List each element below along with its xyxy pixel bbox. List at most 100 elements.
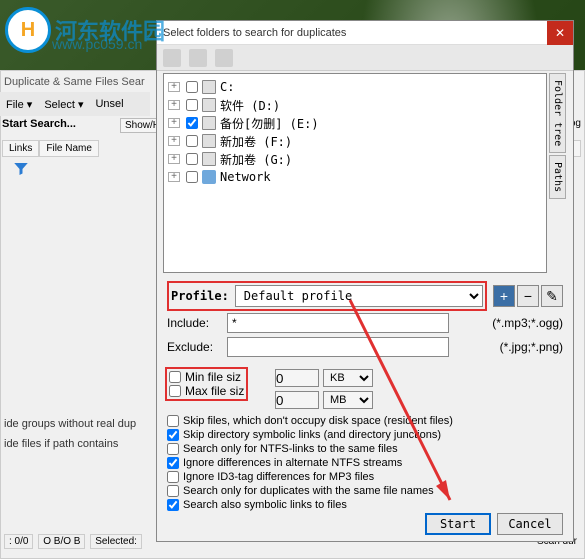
dialog-toolbar (157, 45, 573, 71)
tree-item[interactable]: + 新加卷 (G:) (168, 150, 542, 168)
option-row: Ignore ID3-tag differences for MP3 files (167, 471, 563, 483)
min-size-unit[interactable]: KB (323, 369, 373, 387)
exclude-input[interactable] (227, 337, 449, 357)
exclude-hint: (*.jpg;*.png) (455, 340, 563, 354)
option-label: Skip directory symbolic links (and direc… (183, 429, 441, 441)
menu-file[interactable]: File ▾ (6, 98, 32, 111)
max-size-unit[interactable]: MB (323, 391, 373, 409)
include-input[interactable] (227, 313, 449, 333)
min-size-input[interactable] (275, 369, 319, 387)
min-size-checkbox[interactable] (169, 371, 181, 383)
max-size-input[interactable] (275, 391, 319, 409)
options-list: Skip files, which don't occupy disk spac… (167, 415, 563, 511)
option-checkbox[interactable] (167, 471, 179, 483)
option-checkbox[interactable] (167, 457, 179, 469)
tree-checkbox[interactable] (186, 171, 198, 183)
option-label: Skip files, which don't occupy disk spac… (183, 415, 453, 427)
tree-item[interactable]: + 备份[勿删] (E:) (168, 114, 542, 132)
tree-item[interactable]: + 新加卷 (F:) (168, 132, 542, 150)
tree-checkbox[interactable] (186, 153, 198, 165)
size-filters: Min file siz Max file siz (165, 367, 248, 401)
include-row: Include: (*.mp3;*.ogg) (167, 313, 563, 333)
filter-icon[interactable] (10, 160, 32, 178)
tree-label: 软件 (D:) (220, 97, 280, 114)
option-checkbox[interactable] (167, 499, 179, 511)
side-tabs: Folder tree Paths (549, 73, 569, 201)
tree-checkbox[interactable] (186, 99, 198, 111)
drive-icon (202, 98, 216, 112)
option-row: Ignore differences in alternate NTFS str… (167, 457, 563, 469)
option-checkbox[interactable] (167, 485, 179, 497)
col-links[interactable]: Links (2, 140, 39, 157)
option-checkbox[interactable] (167, 415, 179, 427)
edit-profile-button[interactable]: ✎ (541, 285, 563, 307)
tree-item[interactable]: + 软件 (D:) (168, 96, 542, 114)
start-button[interactable]: Start (425, 513, 491, 535)
max-size-checkbox[interactable] (169, 385, 181, 397)
toolbar-icon-3[interactable] (215, 49, 233, 67)
expand-icon[interactable]: + (168, 136, 180, 146)
main-toolbar: File ▾ Select ▾ Unsel (0, 92, 150, 116)
tab-paths[interactable]: Paths (549, 155, 566, 199)
site-url: www.pc059.cn (52, 36, 142, 52)
remove-profile-button[interactable]: − (517, 285, 539, 307)
expand-icon[interactable]: + (168, 118, 180, 128)
toolbar-icon-2[interactable] (189, 49, 207, 67)
option-label: Search only for duplicates with the same… (183, 485, 434, 497)
folder-tree[interactable]: + C:+ 软件 (D:)+ 备份[勿删] (E:)+ 新加卷 (F:)+ 新加… (163, 73, 547, 273)
dialog-buttons: Start Cancel (425, 513, 563, 535)
status-bytes: O B/O B (38, 534, 85, 549)
column-headers: Links File Name (2, 140, 99, 157)
tree-label: C: (220, 80, 234, 94)
exclude-row: Exclude: (*.jpg;*.png) (167, 337, 563, 357)
add-profile-button[interactable]: + (493, 285, 515, 307)
expand-icon[interactable]: + (168, 100, 180, 110)
profile-highlight: Profile: Default profile (167, 281, 487, 311)
tree-checkbox[interactable] (186, 135, 198, 147)
expand-icon[interactable]: + (168, 172, 180, 182)
drive-icon (202, 152, 216, 166)
profile-label: Profile: (171, 289, 229, 303)
tree-checkbox[interactable] (186, 117, 198, 129)
profile-select[interactable]: Default profile (235, 285, 483, 307)
tree-item[interactable]: + C: (168, 78, 542, 96)
network-icon (202, 170, 216, 184)
site-watermark: H 河东软件园 www.pc059.cn (0, 0, 170, 60)
main-window-title: Duplicate & Same Files Sear (4, 76, 145, 88)
tree-label: Network (220, 170, 271, 184)
include-hint: (*.mp3;*.ogg) (455, 316, 563, 330)
exclude-label: Exclude: (167, 340, 221, 354)
tree-label: 备份[勿删] (E:) (220, 115, 319, 132)
include-label: Include: (167, 316, 221, 330)
hide-files-option: ide files if path contains (4, 438, 118, 450)
expand-icon[interactable]: + (168, 154, 180, 164)
max-size-label: Max file siz (185, 384, 244, 398)
cancel-button[interactable]: Cancel (497, 513, 563, 535)
menu-select[interactable]: Select ▾ (44, 98, 83, 111)
option-row: Skip directory symbolic links (and direc… (167, 429, 563, 441)
profile-buttons: + − ✎ (493, 285, 563, 307)
tree-label: 新加卷 (F:) (220, 133, 292, 150)
option-label: Ignore ID3-tag differences for MP3 files (183, 471, 374, 483)
tree-item[interactable]: + Network (168, 168, 542, 186)
tree-checkbox[interactable] (186, 81, 198, 93)
status-selected: Selected: (90, 534, 142, 549)
option-checkbox[interactable] (167, 443, 179, 455)
size-highlight: Min file siz Max file siz (165, 367, 248, 401)
start-search-button[interactable]: Start Search... (2, 118, 76, 130)
max-size-row: Max file siz (169, 384, 244, 398)
option-row: Skip files, which don't occupy disk spac… (167, 415, 563, 427)
option-row: Search only for NTFS-links to the same f… (167, 443, 563, 455)
expand-icon[interactable]: + (168, 82, 180, 92)
menu-unsel[interactable]: Unsel (95, 98, 123, 110)
option-checkbox[interactable] (167, 429, 179, 441)
tree-label: 新加卷 (G:) (220, 151, 292, 168)
dialog-titlebar: Select folders to search for duplicates (157, 21, 573, 45)
close-button[interactable]: ✕ (547, 21, 573, 45)
site-logo-icon: H (5, 7, 51, 53)
min-size-row: Min file siz (169, 370, 244, 384)
option-label: Search only for NTFS-links to the same f… (183, 443, 398, 455)
status-bar: : 0/0 O B/O B Selected: (4, 536, 144, 547)
tab-folder-tree[interactable]: Folder tree (549, 73, 566, 153)
col-filename[interactable]: File Name (39, 140, 99, 157)
